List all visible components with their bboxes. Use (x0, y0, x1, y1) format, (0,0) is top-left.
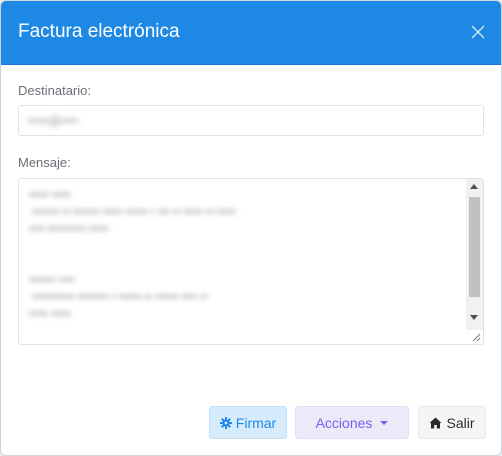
message-label: Mensaje: (18, 155, 71, 170)
message-scrollbar[interactable] (466, 179, 483, 330)
exit-button-label: Salir (446, 414, 475, 431)
close-icon (471, 25, 485, 39)
sign-button[interactable]: Firmar (209, 406, 287, 439)
gear-icon (219, 416, 232, 429)
modal-title: Factura electrónica (18, 21, 180, 42)
actions-button-label: Acciones (315, 414, 373, 431)
message-value: ••••• ••••• ••••••• •• ••••••• ••••• •••… (29, 189, 236, 320)
message-textarea[interactable]: ••••• ••••• ••••••• •• ••••••• ••••• •••… (18, 178, 484, 345)
exit-button[interactable]: Salir (418, 406, 486, 439)
resize-grip-icon[interactable] (471, 332, 481, 342)
scroll-down-icon[interactable] (470, 315, 478, 320)
scroll-up-icon[interactable] (470, 184, 478, 189)
caret-down-icon (380, 420, 389, 425)
invoice-modal: Factura electrónica Destinatario: •••••@… (0, 0, 502, 456)
sign-button-label: Firmar (235, 414, 277, 431)
modal-header: Factura electrónica (1, 1, 501, 65)
actions-dropdown-button[interactable]: Acciones (295, 406, 409, 439)
home-icon (429, 417, 442, 428)
scroll-thumb[interactable] (469, 197, 480, 297)
recipient-label: Destinatario: (18, 83, 91, 98)
recipient-input[interactable] (18, 105, 484, 136)
close-button[interactable] (467, 21, 489, 43)
